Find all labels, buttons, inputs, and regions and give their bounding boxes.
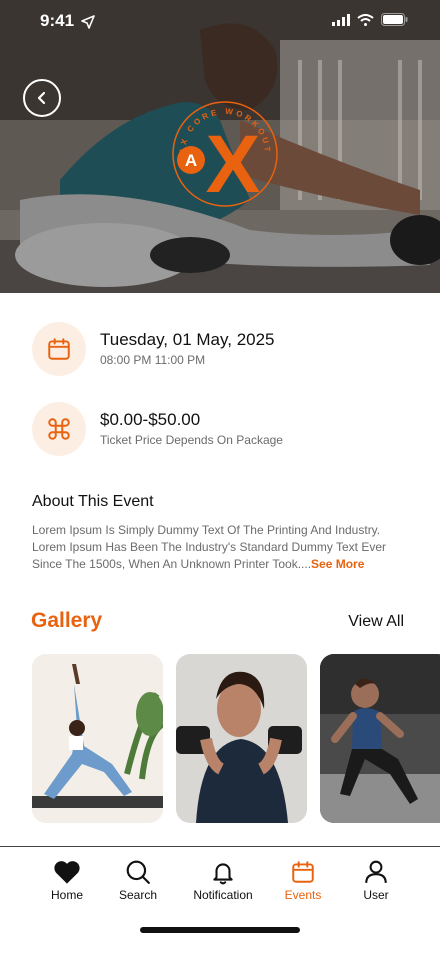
event-date-row: Tuesday, 01 May, 2025 08:00 PM 11:00 PM [32, 322, 275, 376]
tab-events[interactable]: Events [282, 859, 324, 902]
tab-notification[interactable]: Notification [190, 859, 256, 902]
tab-label: Home [50, 888, 83, 902]
gallery-strip [32, 654, 440, 824]
tab-label: Notification [193, 888, 253, 902]
status-bar: 9:41 [0, 0, 440, 44]
event-time-range: 08:00 PM 11:00 PM [100, 353, 206, 367]
user-icon [365, 860, 387, 883]
tab-label: User [363, 888, 389, 902]
gallery-photo[interactable] [32, 654, 163, 823]
battery-icon [381, 13, 408, 26]
gallery-photo[interactable] [176, 654, 307, 823]
signal-icon [332, 13, 350, 26]
location-arrow-icon [81, 15, 95, 29]
tab-home[interactable]: Home [48, 859, 86, 902]
event-price-note: Ticket Price Depends On Package [100, 433, 283, 447]
chevron-left-icon [37, 91, 46, 105]
search-icon [126, 860, 150, 884]
view-all-link[interactable]: View All [348, 613, 404, 631]
event-date: Tuesday, 01 May, 2025 [100, 330, 275, 349]
bell-icon [213, 863, 233, 885]
calendar-icon [292, 861, 314, 883]
bottom-tab-bar: Home Search Notification Events User [0, 846, 440, 956]
see-more-link[interactable]: See More [311, 557, 364, 571]
back-button[interactable] [23, 79, 61, 117]
calendar-icon [48, 338, 70, 360]
gallery-title: Gallery [31, 609, 103, 632]
hero-image: 9:41 X CORE WORKOUT A X [0, 0, 440, 293]
status-time: 9:41 [40, 11, 75, 30]
heart-icon [54, 861, 80, 884]
wifi-icon [357, 13, 374, 26]
command-icon [48, 418, 70, 440]
event-price: $0.00-$50.00 [100, 410, 201, 429]
date-icon-badge [32, 322, 86, 376]
lunge-photo [320, 654, 440, 823]
logo-big-letter: X [206, 119, 261, 210]
price-icon-badge [32, 402, 86, 456]
tab-label: Events [284, 888, 322, 902]
tab-label: Search [118, 888, 158, 902]
dumbbell-photo [176, 654, 307, 823]
event-logo: AX CORE WORKOUT A X [172, 101, 278, 210]
about-title: About This Event [32, 493, 154, 510]
home-indicator [140, 927, 300, 933]
logo-small-letter: A [185, 151, 197, 170]
event-price-row: $0.00-$50.00 Ticket Price Depends On Pac… [32, 402, 283, 456]
gallery-photo[interactable] [320, 654, 440, 823]
tab-search[interactable]: Search [115, 859, 161, 902]
about-body: Lorem Ipsum Is Simply Dummy Text Of The … [32, 522, 412, 573]
tab-user[interactable]: User [358, 859, 394, 902]
yoga-photo [32, 654, 163, 823]
